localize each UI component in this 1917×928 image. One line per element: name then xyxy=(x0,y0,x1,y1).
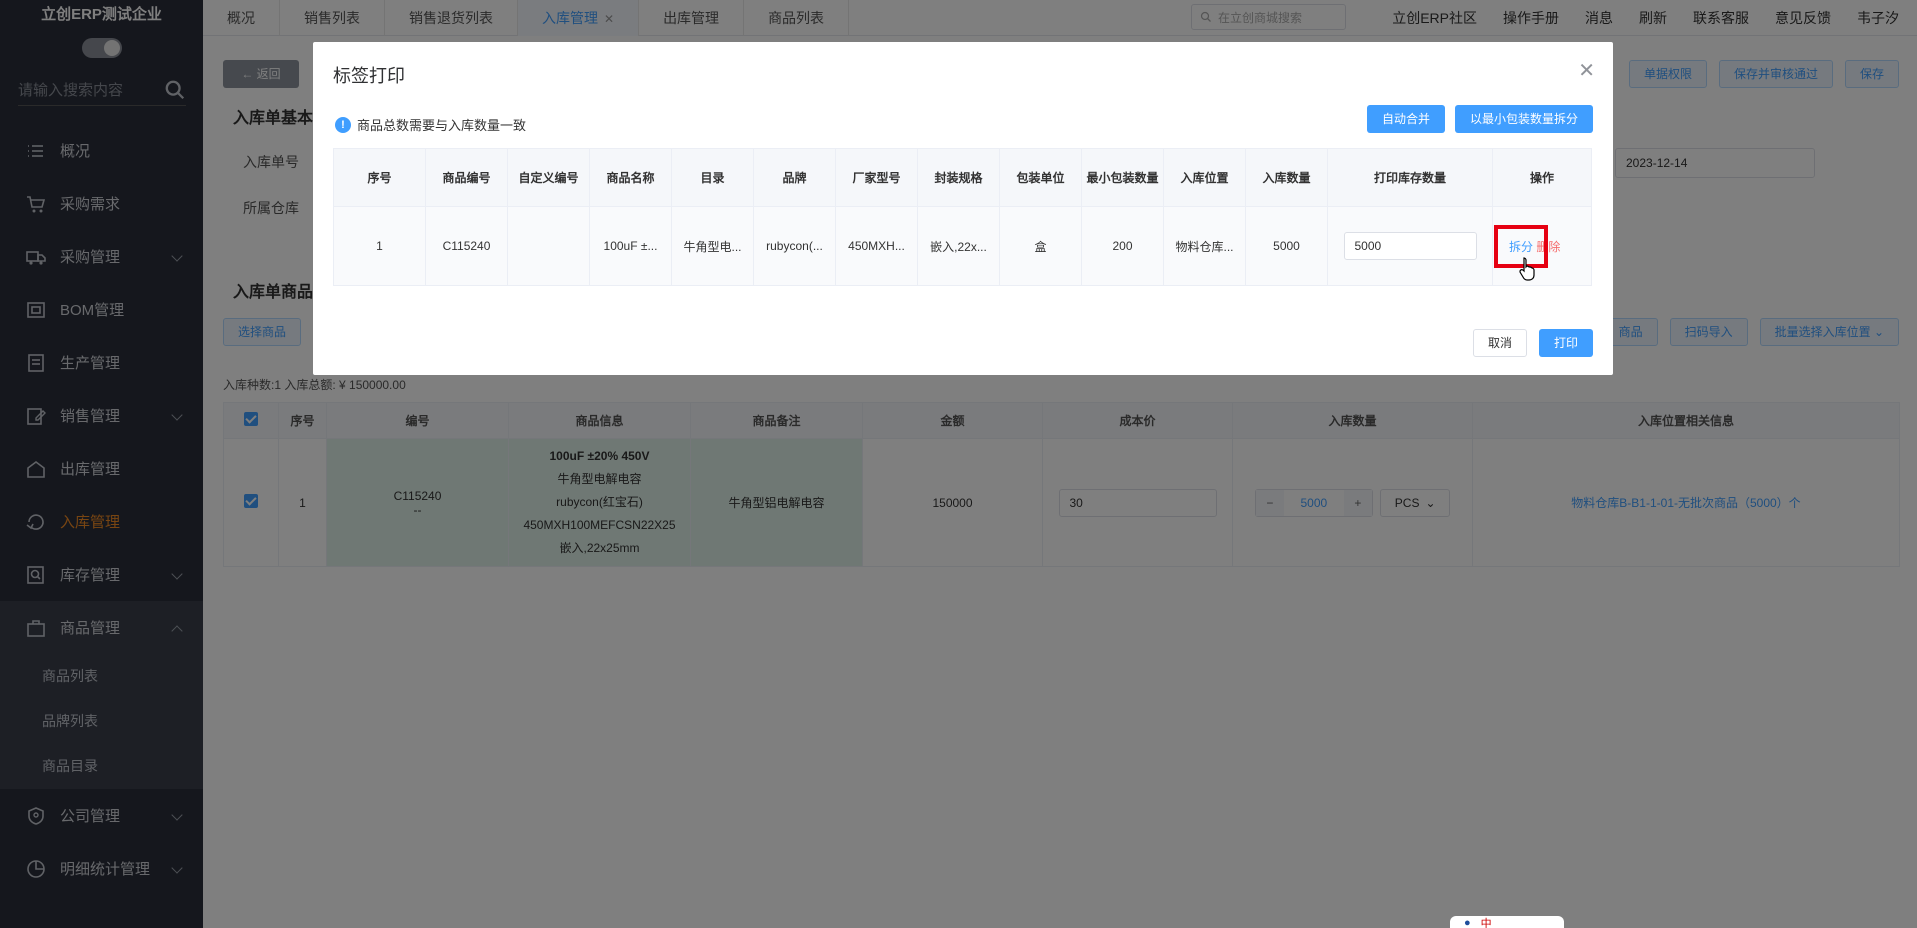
notice-text: 商品总数需要与入库数量一致 xyxy=(357,118,527,133)
notice: ! 商品总数需要与入库数量一致 xyxy=(335,115,526,134)
col-header: 品牌 xyxy=(753,148,836,207)
cell-name: 100uF ±... xyxy=(589,206,672,286)
col-header: 商品编号 xyxy=(425,148,508,207)
cell-index: 1 xyxy=(333,206,426,286)
col-header: 包装单位 xyxy=(999,148,1082,207)
split-by-min-pack-button[interactable]: 以最小包装数量拆分 xyxy=(1454,105,1593,133)
cell-catalog: 牛角型电... xyxy=(671,206,754,286)
label-table-header: 序号 商品编号 自定义编号 商品名称 目录 品牌 厂家型号 封装规格 包装单位 … xyxy=(333,148,1592,207)
close-icon[interactable]: ✕ xyxy=(1578,58,1595,83)
cancel-button[interactable]: 取消 xyxy=(1472,329,1527,357)
cell-package: 嵌入,22x... xyxy=(917,206,1000,286)
print-button[interactable]: 打印 xyxy=(1538,329,1593,357)
col-header: 封装规格 xyxy=(917,148,1000,207)
info-icon: ! xyxy=(335,116,351,133)
ime-label: 中 xyxy=(1480,918,1492,928)
dialog-title: 标签打印 xyxy=(333,66,405,86)
col-header: 入库位置 xyxy=(1163,148,1246,207)
cell-location: 物料仓库... xyxy=(1163,206,1246,286)
col-header: 打印库存数量 xyxy=(1327,148,1493,207)
label-table: 序号 商品编号 自定义编号 商品名称 目录 品牌 厂家型号 封装规格 包装单位 … xyxy=(333,148,1592,286)
cell-min-pack: 200 xyxy=(1081,206,1164,286)
cell-unit: 盒 xyxy=(999,206,1082,286)
col-header: 操作 xyxy=(1492,148,1592,207)
col-header: 商品名称 xyxy=(589,148,672,207)
col-header: 入库数量 xyxy=(1245,148,1328,207)
dialog-actions: 自动合并 以最小包装数量拆分 xyxy=(1366,105,1593,133)
col-header: 目录 xyxy=(671,148,754,207)
col-header: 厂家型号 xyxy=(835,148,918,207)
col-header: 自定义编号 xyxy=(507,148,590,207)
cell-custom-code xyxy=(507,206,590,286)
cloud-icon: ● xyxy=(1464,917,1471,928)
dialog-footer: 取消 打印 xyxy=(1472,329,1593,357)
cell-brand: rubycon(... xyxy=(753,206,836,286)
col-header: 最小包装数量 xyxy=(1081,148,1164,207)
hand-cursor-icon xyxy=(1519,257,1535,281)
cell-model: 450MXH... xyxy=(835,206,918,286)
print-qty-input[interactable]: 5000 xyxy=(1343,232,1477,260)
cell-code: C115240 xyxy=(425,206,508,286)
cell-qty: 5000 xyxy=(1245,206,1328,286)
label-print-dialog: 标签打印 ✕ ! 商品总数需要与入库数量一致 自动合并 以最小包装数量拆分 序号… xyxy=(313,42,1613,375)
cell-print-qty: 5000 xyxy=(1327,206,1493,286)
input-method-widget[interactable]: ● 中 xyxy=(1450,916,1564,928)
table-row: 1 C115240 100uF ±... 牛角型电... rubycon(...… xyxy=(333,206,1592,286)
col-header: 序号 xyxy=(333,148,426,207)
auto-merge-button[interactable]: 自动合并 xyxy=(1366,105,1445,133)
